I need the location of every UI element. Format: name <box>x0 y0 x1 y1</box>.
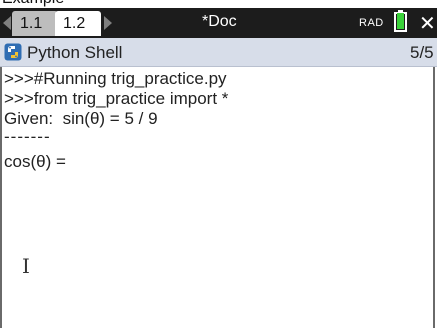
scroll-tabs-left-icon[interactable] <box>3 16 11 30</box>
tab-1-1[interactable]: 1.1 <box>12 11 58 36</box>
cropped-text: Example <box>2 0 64 8</box>
tab-1-2[interactable]: 1.2 <box>55 11 101 36</box>
battery-level <box>397 13 404 29</box>
tab-label: 1.2 <box>63 15 86 32</box>
close-icon[interactable]: ✕ <box>419 11 436 36</box>
tab-label: 1.1 <box>20 15 43 32</box>
console-input-line[interactable]: cos(θ) = <box>4 152 71 172</box>
document-title: *Doc <box>202 13 237 30</box>
console-line: >>>#Running trig_practice.py <box>4 69 227 88</box>
scroll-tabs-right-icon[interactable] <box>104 16 112 30</box>
python-icon <box>4 43 22 61</box>
app-title: Python Shell <box>27 43 123 62</box>
battery-icon <box>394 12 407 32</box>
angle-mode-indicator: RAD <box>359 17 384 29</box>
document-tab-bar: 1.1 1.2 *Doc RAD ✕ <box>0 8 437 38</box>
shell-console[interactable]: >>>#Running trig_practice.py >>>from tri… <box>0 67 435 328</box>
page-indicator: 5/5 <box>410 43 434 62</box>
app-header: Python Shell 5/5 <box>0 38 437 67</box>
console-line: Given: sin(θ) = 5 / 9 <box>4 109 158 128</box>
console-line: >>>from trig_practice import * <box>4 89 229 108</box>
text-cursor-icon: I <box>22 254 30 278</box>
console-line: ------- <box>4 127 51 146</box>
top-cropped-text: Example <box>0 0 437 8</box>
